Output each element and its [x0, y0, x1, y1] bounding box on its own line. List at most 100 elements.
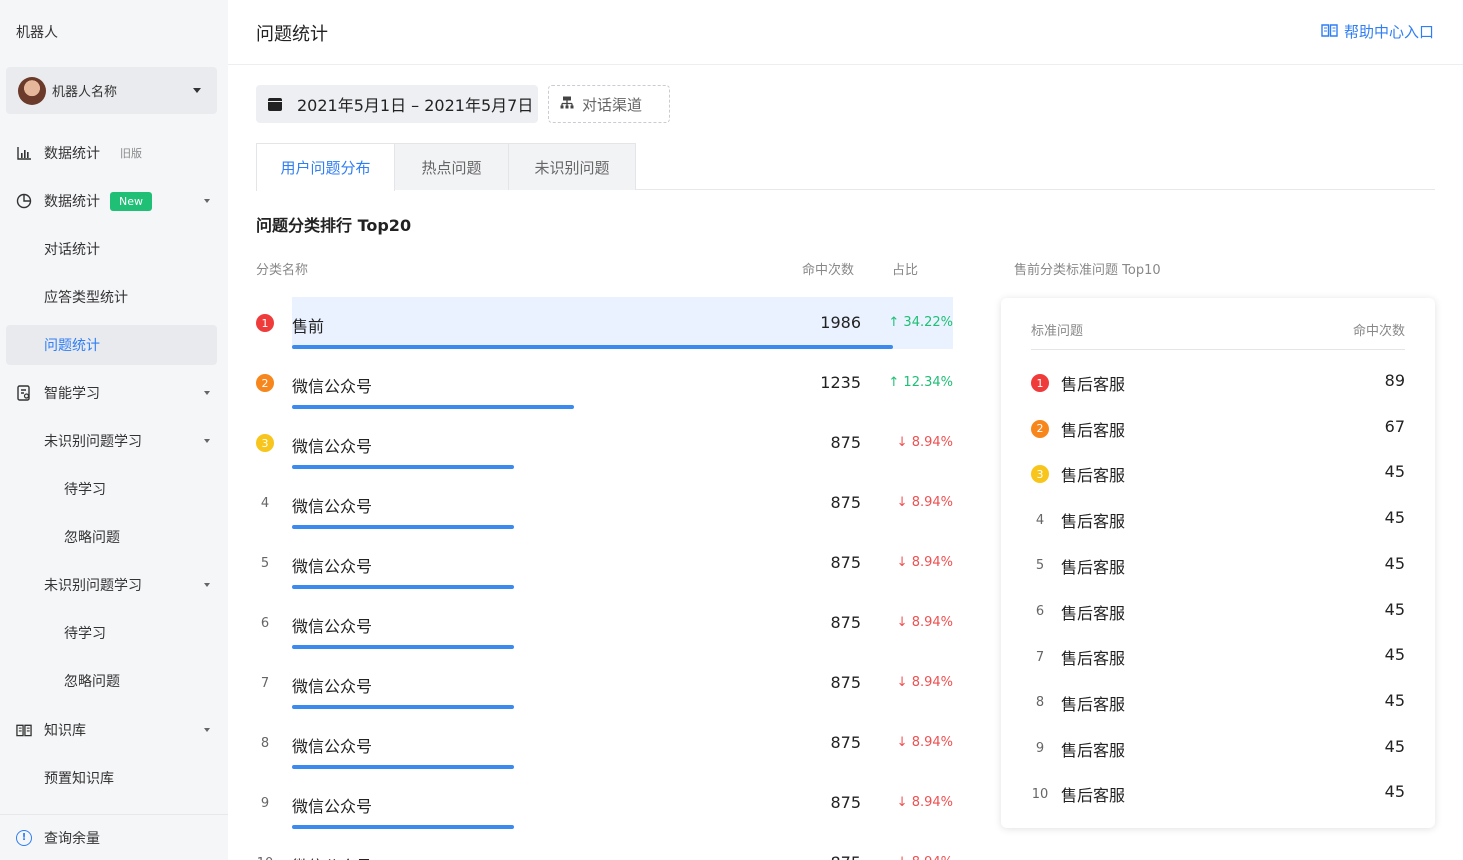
col-header-count: 命中次数 — [802, 263, 855, 278]
percentage-change: ↓ 8.94% — [896, 795, 953, 810]
table-row[interactable]: 4 微信公众号 875 ↓ 8.94% — [256, 477, 953, 529]
category-name: 微信公众号 — [292, 797, 373, 816]
help-center-link[interactable]: 帮助中心入口 — [1321, 21, 1434, 42]
sidebar-item-label: 数据统计 — [44, 194, 100, 210]
page-title: 问题统计 — [256, 24, 328, 45]
list-item[interactable]: 3 售后客服 45 — [1031, 458, 1405, 490]
book-icon — [16, 722, 32, 738]
sidebar-item-data-stats-old[interactable]: 数据统计 旧版 — [0, 133, 228, 173]
tab-user-question-distribution[interactable]: 用户问题分布 — [256, 143, 395, 191]
list-item[interactable]: 2 售后客服 67 — [1031, 413, 1405, 445]
top10-card: 标准问题 命中次数 1 售后客服 89 2 售后客服 67 3 售后客服 45 4 售后客服 45 5 售… — [1001, 298, 1435, 828]
ranking-title: 问题分类排行 Top20 — [256, 216, 412, 235]
sidebar-item-to-learn-2[interactable]: 待学习 — [0, 613, 228, 653]
date-range-picker[interactable]: 2021年5月1日 – 2021年5月7日 — [256, 85, 538, 123]
info-icon: ! — [16, 829, 32, 846]
sidebar-item-preset-kb[interactable]: 预置知识库 — [0, 758, 228, 798]
table-row[interactable]: 2 微信公众号 1235 ↑ 12.34% — [256, 357, 953, 409]
hit-count: 45 — [1384, 508, 1405, 528]
percentage-change: ↓ 8.94% — [896, 555, 953, 570]
rank-badge: 2 — [256, 374, 274, 392]
sidebar-item-dialog-stats[interactable]: 对话统计 — [0, 229, 228, 269]
query-balance-label: 查询余量 — [44, 830, 100, 847]
channel-icon — [560, 96, 574, 113]
list-item[interactable]: 1 售后客服 89 — [1031, 367, 1405, 399]
standard-question-name: 售后客服 — [1061, 375, 1126, 394]
hit-count: 875 — [830, 553, 861, 572]
new-badge: New — [110, 191, 152, 211]
col-header-standard-question: 标准问题 — [1031, 324, 1084, 339]
sidebar: 机器人 机器人名称 数据统计 旧版 数据统计 New 对话统计 应答类型统计 问… — [0, 0, 228, 860]
hit-count: 875 — [830, 853, 861, 860]
category-name: 微信公众号 — [292, 497, 373, 516]
table-row[interactable]: 1 售前 1986 ↑ 34.22% — [256, 297, 953, 349]
list-item[interactable]: 8 售后客服 45 — [1031, 687, 1405, 719]
table-row[interactable]: 3 微信公众号 875 ↓ 8.94% — [256, 417, 953, 469]
percentage-change: ↓ 8.94% — [896, 735, 953, 750]
standard-question-name: 售后客服 — [1061, 603, 1126, 623]
sidebar-item-ignored-2[interactable]: 忽略问题 — [0, 661, 228, 701]
table-row[interactable]: 10 微信公众号 875 ↓ 8.94% — [256, 837, 953, 860]
list-item[interactable]: 4 售后客服 45 — [1031, 504, 1405, 536]
query-balance-button[interactable]: ! 查询余量 — [0, 814, 228, 860]
table-row[interactable]: 5 微信公众号 875 ↓ 8.94% — [256, 537, 953, 589]
tab-hot-questions[interactable]: 热点问题 — [394, 143, 509, 190]
hit-count: 45 — [1384, 645, 1405, 665]
sidebar-item-label: 知识库 — [44, 723, 86, 739]
date-range-value: 2021年5月1日 – 2021年5月7日 — [297, 96, 534, 115]
rank-badge: 2 — [1031, 419, 1049, 438]
chevron-down-icon — [204, 199, 210, 203]
hit-count: 875 — [830, 493, 861, 512]
standard-question-name: 售后客服 — [1061, 466, 1126, 486]
pie-chart-icon — [16, 193, 32, 209]
list-item[interactable]: 7 售后客服 45 — [1031, 641, 1405, 673]
table-row[interactable]: 8 微信公众号 875 ↓ 8.94% — [256, 717, 953, 769]
avatar — [18, 76, 46, 105]
bot-name: 机器人名称 — [52, 85, 118, 100]
rank-badge: 6 — [260, 615, 270, 631]
category-name: 微信公众号 — [292, 737, 373, 756]
rank-badge: 7 — [1035, 649, 1045, 665]
tab-unrecognized-questions[interactable]: 未识别问题 — [508, 143, 636, 190]
hit-count: 875 — [830, 433, 861, 452]
hit-bar — [292, 525, 514, 529]
hit-count: 67 — [1384, 416, 1405, 436]
sidebar-item-to-learn[interactable]: 待学习 — [0, 469, 228, 509]
hit-bar — [292, 585, 514, 589]
table-row[interactable]: 7 微信公众号 875 ↓ 8.94% — [256, 657, 953, 709]
top10-title: 售前分类标准问题 Top10 — [1014, 263, 1161, 278]
sidebar-item-label: 待学习 — [64, 482, 106, 498]
hit-count: 45 — [1384, 462, 1405, 482]
table-row[interactable]: 9 微信公众号 875 ↓ 8.94% — [256, 777, 953, 829]
rank-badge: 8 — [1035, 695, 1045, 711]
book-icon — [1321, 23, 1338, 41]
channel-filter-button[interactable]: 对话渠道 — [548, 85, 670, 123]
rank-badge: 7 — [260, 675, 270, 691]
bot-selector[interactable]: 机器人名称 — [6, 67, 217, 114]
learning-doc-icon — [16, 385, 32, 401]
list-item[interactable]: 9 售后客服 45 — [1031, 733, 1405, 765]
list-item[interactable]: 10 售后客服 45 — [1031, 778, 1405, 810]
percentage-change: ↓ 8.94% — [896, 435, 953, 450]
percentage-change: ↓ 8.94% — [897, 855, 953, 860]
list-item[interactable]: 5 售后客服 45 — [1031, 550, 1405, 582]
sidebar-item-unrecognized-learning-2[interactable]: 未识别问题学习 — [0, 565, 228, 605]
sidebar-item-label: 对话统计 — [44, 242, 100, 258]
sidebar-item-knowledge-base[interactable]: 知识库 — [0, 710, 228, 750]
list-item[interactable]: 6 售后客服 45 — [1031, 596, 1405, 628]
sidebar-item-unrecognized-learning[interactable]: 未识别问题学习 — [0, 421, 228, 461]
sidebar-item-answer-type-stats[interactable]: 应答类型统计 — [0, 277, 228, 317]
rank-badge: 1 — [256, 314, 274, 332]
old-version-tag: 旧版 — [120, 147, 142, 160]
standard-question-name: 售后客服 — [1061, 740, 1126, 760]
percentage-change: ↓ 8.94% — [896, 615, 953, 630]
sidebar-item-question-stats[interactable]: 问题统计 — [6, 325, 217, 365]
rank-badge: 8 — [260, 735, 270, 751]
sidebar-item-smart-learning[interactable]: 智能学习 — [0, 373, 228, 413]
hit-bar — [292, 645, 514, 649]
sidebar-item-data-stats-new[interactable]: 数据统计 New — [0, 181, 228, 221]
table-row[interactable]: 6 微信公众号 875 ↓ 8.94% — [256, 597, 953, 649]
sidebar-item-ignored[interactable]: 忽略问题 — [0, 517, 228, 557]
chevron-down-icon — [204, 728, 210, 732]
hit-bar — [292, 405, 574, 409]
